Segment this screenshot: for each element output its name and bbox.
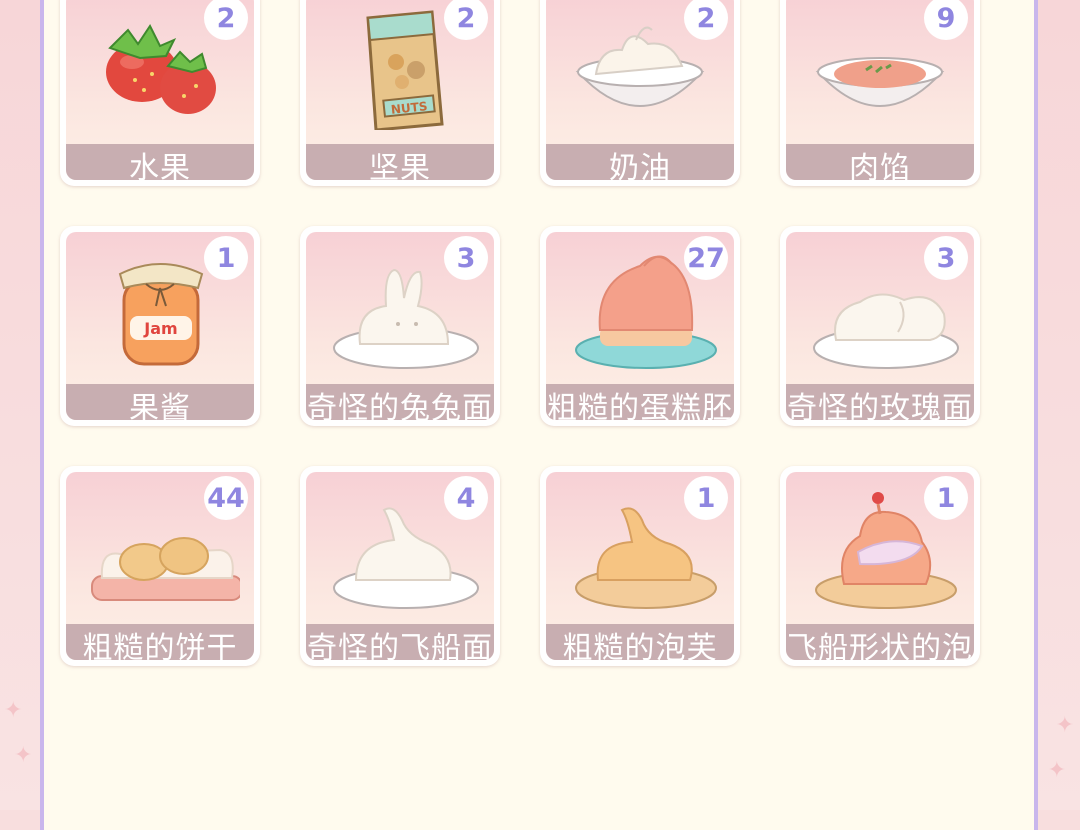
item-count-badge: 1 xyxy=(924,476,968,520)
item-card-nuts[interactable]: NUTS 2 坚果 xyxy=(300,0,500,186)
item-count-badge: 4 xyxy=(444,476,488,520)
sparkle-icon: ✦ xyxy=(14,743,33,768)
item-card-bunny-dough[interactable]: 3 奇怪的兔兔面 xyxy=(300,226,500,426)
item-count-badge: 1 xyxy=(204,236,248,280)
item-card-ship-puff[interactable]: 1 飞船形状的泡 xyxy=(780,466,980,666)
item-card-rose-dough[interactable]: 3 奇怪的玫瑰面 xyxy=(780,226,980,426)
item-label: 奇怪的玫瑰面 xyxy=(786,384,974,420)
item-card-fruit[interactable]: 2 水果 xyxy=(60,0,260,186)
item-count-badge: 44 xyxy=(204,476,248,520)
item-count-badge: 2 xyxy=(204,0,248,40)
svg-text:Jam: Jam xyxy=(143,319,177,338)
item-label: 肉馅 xyxy=(786,144,974,180)
item-label: 奇怪的飞船面 xyxy=(306,624,494,660)
sparkle-icon: ✦ xyxy=(1047,758,1066,783)
item-card-puff[interactable]: 1 粗糙的泡芙 xyxy=(540,466,740,666)
item-count-badge: 3 xyxy=(924,236,968,280)
sparkle-icon: ✦ xyxy=(4,698,23,723)
item-label: 奇怪的兔兔面 xyxy=(306,384,494,420)
left-background xyxy=(0,0,42,810)
item-label: 坚果 xyxy=(306,144,494,180)
item-label: 果酱 xyxy=(66,384,254,420)
item-count-badge: 1 xyxy=(684,476,728,520)
item-label: 粗糙的饼干 xyxy=(66,624,254,660)
item-card-jam[interactable]: Jam 1 果酱 xyxy=(60,226,260,426)
item-label: 奶油 xyxy=(546,144,734,180)
item-label: 粗糙的泡芙 xyxy=(546,624,734,660)
item-count-badge: 2 xyxy=(444,0,488,40)
item-count-badge: 9 xyxy=(924,0,968,40)
item-card-meat-filling[interactable]: 9 肉馅 xyxy=(780,0,980,186)
item-card-cream[interactable]: 2 奶油 xyxy=(540,0,740,186)
item-label: 粗糙的蛋糕胚 xyxy=(546,384,734,420)
item-label: 水果 xyxy=(66,144,254,180)
item-card-cookies[interactable]: 44 粗糙的饼干 xyxy=(60,466,260,666)
item-label: 飞船形状的泡 xyxy=(786,624,974,660)
item-count-badge: 27 xyxy=(684,236,728,280)
item-card-bunny-cake[interactable]: 27 粗糙的蛋糕胚 xyxy=(540,226,740,426)
sparkle-icon: ✦ xyxy=(1055,713,1074,738)
item-count-badge: 2 xyxy=(684,0,728,40)
item-card-ship-dough[interactable]: 4 奇怪的飞船面 xyxy=(300,466,500,666)
right-background xyxy=(1038,0,1080,810)
item-count-badge: 3 xyxy=(444,236,488,280)
